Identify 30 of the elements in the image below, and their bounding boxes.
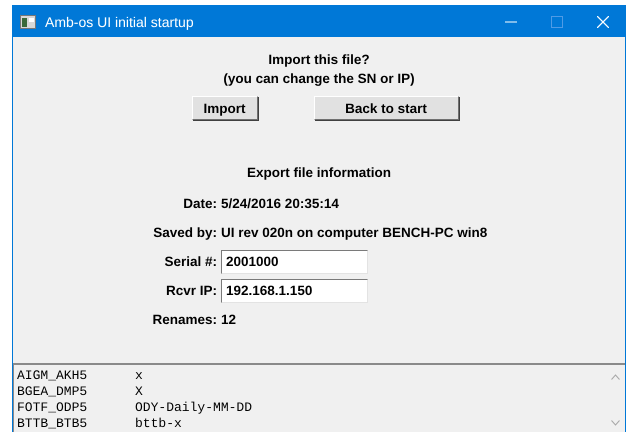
window-title: Amb-os UI initial startup (45, 14, 194, 30)
prompt-text: (you can change the SN or IP) (222, 70, 416, 88)
prompt-text: Import this file? (267, 51, 371, 69)
list-text: ODY-Daily-MM-DD (135, 400, 252, 416)
scroll-down-icon[interactable] (611, 420, 620, 426)
list-text: X (135, 384, 143, 400)
app-icon (20, 14, 36, 28)
field-label: Date: (182, 196, 217, 211)
field-value: 12 (221, 312, 238, 327)
list-text: AIGM_AKH5 (17, 368, 88, 384)
field-label: Serial #: (163, 254, 217, 269)
section-heading: Export file information (246, 165, 392, 180)
renames-list[interactable]: AIGM_AKH5 x BGEA_DMP5 X FOTF_ODP5 ODY-Daily-MM-DD BTTB_BTB5 bttb-x (13, 363, 625, 432)
field-value: 5/24/2016 20:35:14 (221, 196, 340, 211)
list-text: BTTB_BTB5 (17, 416, 88, 432)
list-text: FOTF_ODP5 (17, 400, 88, 416)
list-text: BGEA_DMP5 (17, 384, 88, 400)
list-text: bttb-x (135, 416, 182, 432)
input-field[interactable]: 2001000 (221, 250, 368, 274)
field-value: UI rev 020n on computer BENCH-PC win8 (221, 225, 488, 240)
field-label: Saved by: (152, 225, 217, 240)
list-text: x (135, 368, 143, 384)
import-button[interactable]: Import (192, 96, 258, 120)
scroll-up-icon[interactable] (611, 374, 620, 380)
input-field[interactable]: 192.168.1.150 (221, 278, 368, 302)
field-label: Renames: (151, 312, 217, 327)
close-icon[interactable] (597, 16, 609, 28)
maximize-icon[interactable] (551, 16, 563, 28)
back-button[interactable]: Back to start (314, 96, 458, 120)
field-label: Rcvr IP: (164, 283, 217, 298)
